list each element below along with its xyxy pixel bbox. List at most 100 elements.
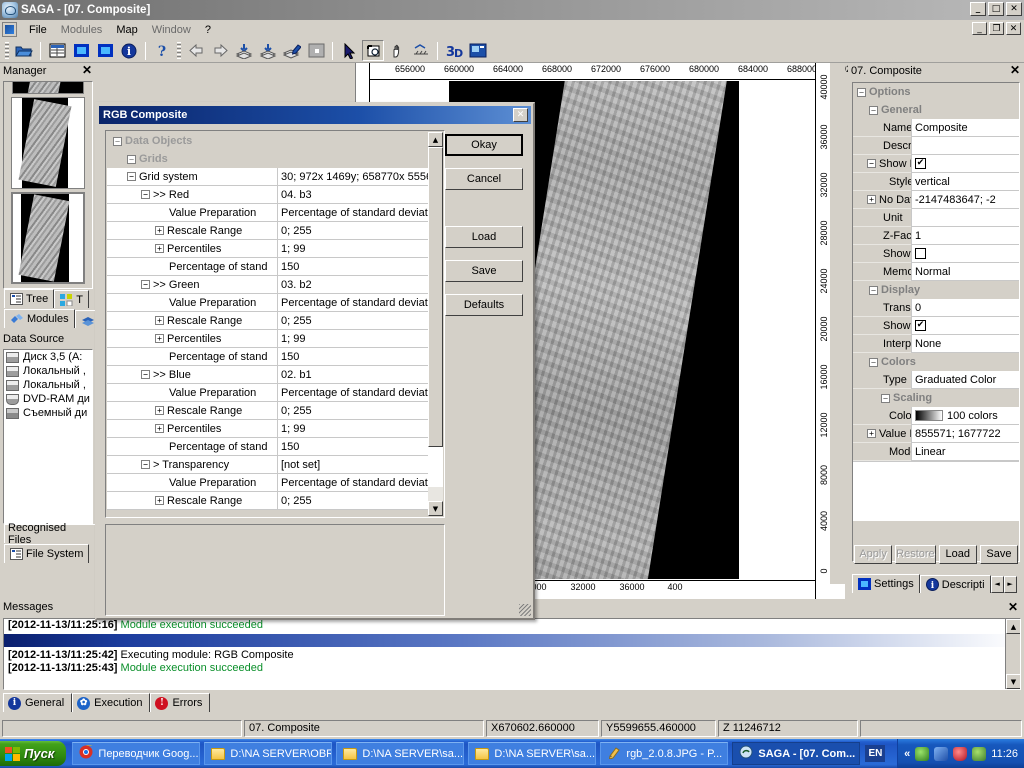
list-item[interactable]: Съемный ди: [4, 406, 92, 420]
tab-thumbnails[interactable]: T: [54, 290, 89, 308]
property-value[interactable]: None: [911, 335, 1019, 353]
param-row-red-rescale-range[interactable]: + Rescale Range 0; 255: [107, 222, 428, 240]
start-button[interactable]: Пуск: [0, 741, 66, 766]
three-d-icon[interactable]: 3D: [443, 40, 465, 61]
tab-settings[interactable]: Settings: [852, 574, 920, 593]
update-icon[interactable]: [972, 747, 986, 761]
measure-icon[interactable]: [410, 40, 432, 61]
expander-icon[interactable]: +: [155, 244, 164, 253]
expander-icon[interactable]: −: [113, 137, 122, 146]
param-row-red-percentiles[interactable]: + Percentiles 1; 99: [107, 240, 428, 258]
taskbar-item-obr-folder[interactable]: D:\NA SERVER\OBR: [204, 742, 332, 765]
scroll-up-icon[interactable]: ▲: [428, 132, 443, 147]
param-value[interactable]: 03. b2: [277, 276, 428, 294]
property-row-name[interactable]: Name Composite: [853, 119, 1019, 137]
cursor-arrow-icon[interactable]: [338, 40, 360, 61]
tray-clock[interactable]: 11:26: [991, 748, 1018, 760]
maximize-button[interactable]: □: [988, 2, 1004, 16]
apply-button[interactable]: Apply: [854, 545, 892, 564]
expander-icon[interactable]: −: [141, 370, 150, 379]
dialog-vertical-scrollbar[interactable]: ▲ ▼: [428, 132, 443, 516]
mdi-document-icon[interactable]: [2, 22, 17, 37]
expander-icon[interactable]: +: [155, 496, 164, 505]
property-value[interactable]: [911, 209, 1019, 227]
tab-general[interactable]: i General: [3, 693, 72, 712]
show-cells-checkbox[interactable]: [915, 248, 926, 259]
param-value[interactable]: 150: [277, 258, 428, 276]
param-row-red-percentage-std[interactable]: Percentage of stand 150: [107, 258, 428, 276]
menu-window[interactable]: Window: [145, 22, 198, 38]
layers-edit-icon[interactable]: [281, 40, 303, 61]
param-value[interactable]: 1; 99: [277, 240, 428, 258]
menu-modules[interactable]: Modules: [54, 22, 110, 38]
histogram-blue-icon[interactable]: [94, 40, 116, 61]
expander-icon[interactable]: −: [127, 155, 136, 164]
cancel-button[interactable]: Cancel: [445, 168, 523, 190]
param-row-blue-rescale-range[interactable]: + Rescale Range 0; 255: [107, 402, 428, 420]
property-value[interactable]: 100 colors: [911, 407, 1019, 425]
property-value[interactable]: ✔: [911, 317, 1019, 335]
param-row-blue-percentage-std[interactable]: Percentage of stand 150: [107, 438, 428, 456]
param-value[interactable]: 04. b3: [277, 186, 428, 204]
data-source-tree[interactable]: Диск 3,5 (A: Локальный , Локальный , DVD…: [3, 349, 93, 524]
property-value[interactable]: 1: [911, 227, 1019, 245]
param-value[interactable]: 0; 255: [277, 222, 428, 240]
property-group-scaling[interactable]: − Scaling: [853, 389, 1019, 407]
options-property-grid[interactable]: − Options − General Name Composite Descr…: [852, 82, 1020, 562]
open-icon[interactable]: [13, 40, 35, 61]
property-value[interactable]: ✔: [911, 155, 1019, 173]
restore-button[interactable]: Restore: [895, 545, 936, 564]
param-row-green-percentiles[interactable]: + Percentiles 1; 99: [107, 330, 428, 348]
layer-down-icon[interactable]: [233, 40, 255, 61]
expander-icon[interactable]: +: [867, 195, 876, 204]
param-value[interactable]: 02. b1: [277, 366, 428, 384]
scroll-up-icon[interactable]: ▲: [1006, 619, 1021, 634]
minimize-button[interactable]: _: [970, 2, 986, 16]
close-button[interactable]: ✕: [1006, 2, 1022, 16]
show-at-all-scales-checkbox[interactable]: ✔: [915, 320, 926, 331]
print-layout-icon[interactable]: [467, 40, 489, 61]
param-value[interactable]: 0; 255: [277, 402, 428, 420]
property-value[interactable]: 855571; 1677722: [911, 425, 1019, 443]
param-value[interactable]: Percentage of standard deviation: [277, 204, 428, 222]
menu-help[interactable]: ?: [198, 22, 218, 38]
property-row-type[interactable]: Type Graduated Color: [853, 371, 1019, 389]
load-settings-button[interactable]: Load: [939, 545, 977, 564]
expander-icon[interactable]: +: [867, 429, 876, 438]
property-row-colors[interactable]: Colors 100 colors: [853, 407, 1019, 425]
save-button[interactable]: Save: [445, 260, 523, 282]
network-icon[interactable]: [934, 747, 948, 761]
property-group-options[interactable]: − Options: [853, 83, 1019, 101]
param-row-green[interactable]: − >> Green 03. b2: [107, 276, 428, 294]
param-row-grid-system[interactable]: − Grid system 30; 972x 1469y; 658770x 55…: [107, 168, 428, 186]
save-settings-button[interactable]: Save: [980, 545, 1018, 564]
param-value[interactable]: 150: [277, 348, 428, 366]
param-row-green-value-preparation[interactable]: Value Preparation Percentage of standard…: [107, 294, 428, 312]
tab-file-system[interactable]: File System: [4, 544, 89, 563]
mdi-close-button[interactable]: ✕: [1006, 22, 1021, 35]
list-item[interactable]: Локальный ,: [4, 378, 92, 392]
tab-tree[interactable]: Tree: [4, 289, 54, 308]
param-row-transparency-rescale-range[interactable]: + Rescale Range 0; 255: [107, 492, 428, 510]
param-row-green-percentage-std[interactable]: Percentage of stand 150: [107, 348, 428, 366]
param-row-blue-percentiles[interactable]: + Percentiles 1; 99: [107, 420, 428, 438]
taskbar-item-saga[interactable]: SAGA - [07. Com...: [732, 742, 860, 765]
options-close-icon[interactable]: ✕: [1010, 64, 1020, 77]
scroll-track[interactable]: [428, 147, 443, 487]
mdi-restore-button[interactable]: ❐: [989, 22, 1004, 35]
help-icon[interactable]: ?: [151, 40, 173, 61]
expander-icon[interactable]: −: [869, 286, 878, 295]
dialog-parameter-grid[interactable]: − Data Objects − Grids − Grid system 30;…: [107, 132, 428, 516]
tab-scroll-left-icon[interactable]: ◄: [991, 576, 1004, 593]
param-value[interactable]: [not set]: [277, 456, 428, 474]
param-value[interactable]: 0; 255: [277, 312, 428, 330]
param-value[interactable]: 0; 255: [277, 492, 428, 510]
expander-icon[interactable]: +: [155, 424, 164, 433]
param-row-blue-value-preparation[interactable]: Value Preparation Percentage of standard…: [107, 384, 428, 402]
param-value[interactable]: Percentage of standard deviation: [277, 474, 428, 492]
property-row-unit[interactable]: Unit: [853, 209, 1019, 227]
defaults-button[interactable]: Defaults: [445, 294, 523, 316]
toolbar-grip[interactable]: [5, 42, 9, 60]
expander-icon[interactable]: −: [869, 358, 878, 367]
okay-button[interactable]: Okay: [445, 134, 523, 156]
